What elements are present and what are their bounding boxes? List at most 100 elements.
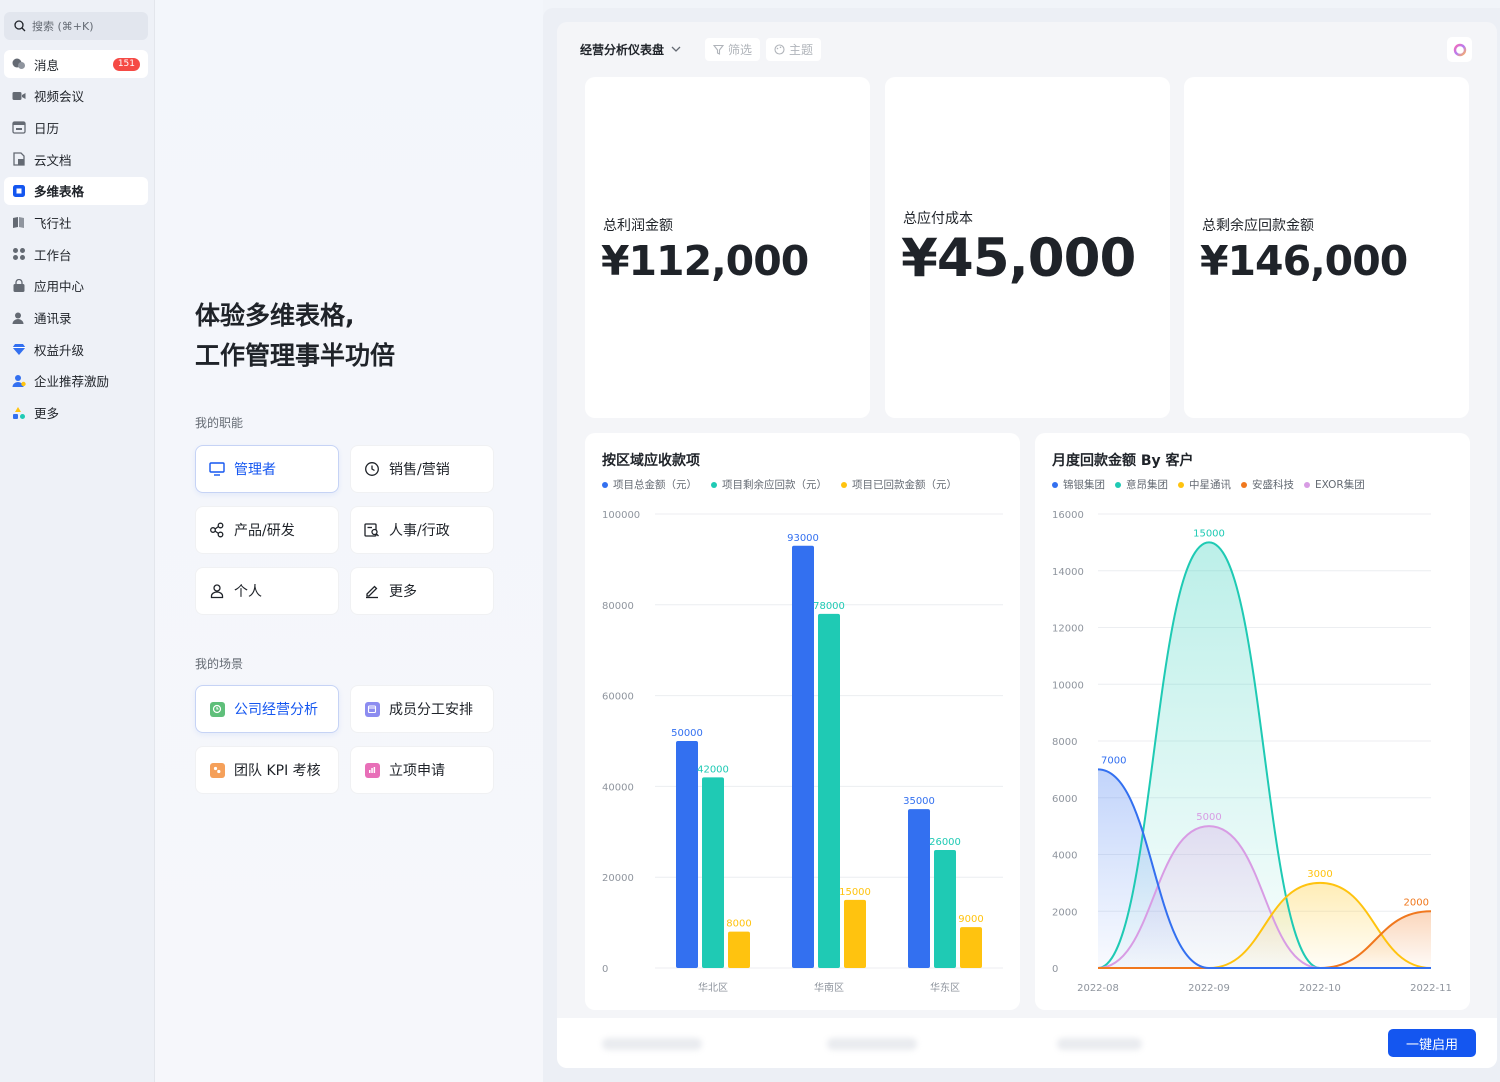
app-center-icon [12,278,26,293]
scene-project-application-option[interactable]: 立项申请 [350,746,494,794]
bar-chart-card: 按区域应收款项 项目总金额（元） 项目剩余应回款（元） 项目已回款金额（元） 0… [585,433,1020,1010]
headline-line-2: 工作管理事半功倍 [195,341,396,370]
y-tick-label: 12000 [1052,624,1084,635]
roles-section-label: 我的职能 [195,416,244,430]
kpi-value: ¥146,000 [1200,237,1408,285]
filter-button[interactable]: 筛选 [705,37,761,61]
sidebar-item-label: 企业推荐激励 [34,374,110,390]
theme-button[interactable]: 主题 [766,37,822,61]
sidebar-item-messages[interactable]: 消息 151 [4,50,148,78]
calendar-icon [12,120,26,135]
data-label: 8000 [726,919,751,930]
sidebar-item-more[interactable]: 更多 [4,399,148,427]
role-sales-option[interactable]: 销售/营销 [350,445,494,493]
option-label: 管理者 [234,462,276,478]
y-tick-label: 6000 [1052,794,1077,805]
sidebar-item-contacts[interactable]: 通讯录 [4,304,148,332]
color-theme-button[interactable] [1447,37,1472,62]
role-more-option[interactable]: 更多 [350,567,494,615]
scene-task-assignment-option[interactable]: 成员分工安排 [350,685,494,733]
y-tick-label: 16000 [1052,510,1084,521]
kpi-label: 总应付成本 [903,211,973,227]
x-tick-label: 华北区 [698,981,728,994]
project-icon [363,761,381,779]
bar [728,931,750,968]
data-label: 35000 [903,796,935,807]
clock-icon [363,460,381,478]
dashboard-title: 经营分析仪表盘 [580,42,665,57]
role-product-option[interactable]: 产品/研发 [195,506,339,554]
sidebar-item-label: 多维表格 [34,184,85,200]
search-icon [14,20,26,32]
y-tick-label: 14000 [1052,567,1084,578]
analysis-icon [208,700,226,718]
kpi-card-remaining-receivable: 总剩余应回款金额 ¥146,000 [1184,77,1469,418]
sidebar-item-workbench[interactable]: 工作台 [4,240,148,268]
y-tick-label: 0 [602,964,608,975]
sidebar-item-calendar[interactable]: 日历 [4,113,148,141]
option-label: 销售/营销 [389,462,450,478]
data-label: 2000 [1404,897,1429,908]
role-hr-option[interactable]: 人事/行政 [350,506,494,554]
option-label: 人事/行政 [389,523,450,539]
color-ring-icon [1453,43,1466,56]
book-icon [12,215,26,229]
sidebar-item-label: 云文档 [34,152,72,168]
bar [934,849,956,968]
monitor-icon [208,460,226,478]
y-tick-label: 80000 [602,601,634,612]
sidebar-item-label: 飞行社 [34,215,72,231]
unread-badge: 151 [112,58,140,71]
data-label: 7000 [1101,755,1126,766]
scene-kpi-option[interactable]: 团队 KPI 考核 [195,746,339,794]
sidebar-nav: 消息 151 视频会议 日历 云文档 多维表格 飞行社 工作台 应用中心 通讯录… [4,50,148,430]
dashboard-title-dropdown[interactable]: 经营分析仪表盘 [580,41,683,58]
option-label: 产品/研发 [234,523,295,539]
sidebar-item-label: 通讯录 [34,311,72,326]
sidebar-item-base[interactable]: 多维表格 [4,176,148,205]
sidebar-item-label: 日历 [34,120,60,136]
share-nodes-icon [208,521,226,539]
sidebar-item-app-center[interactable]: 应用中心 [4,272,148,300]
data-label: 15000 [1193,528,1225,539]
dashboard-toolbar: 经营分析仪表盘 筛选 主题 [580,37,822,61]
x-tick-label: 2022-10 [1299,983,1341,994]
sidebar-item-label: 更多 [34,406,60,422]
sidebar: 搜索 (⌘+K) 消息 151 视频会议 日历 云文档 多维表格 飞行社 工作台… [0,0,155,1082]
y-tick-label: 8000 [1052,737,1077,748]
headline-line-1: 体验多维表格, [195,301,355,330]
role-manager-option[interactable]: 管理者 [195,445,339,493]
x-tick-label: 2022-09 [1188,983,1230,994]
y-tick-label: 0 [1052,964,1058,975]
search-box[interactable]: 搜索 (⌘+K) [4,12,148,40]
referral-icon [12,374,26,388]
x-tick-label: 华南区 [814,981,844,994]
more-apps-icon [12,406,26,420]
role-personal-option[interactable]: 个人 [195,567,339,615]
area-chart-card: 月度回款金额 By 客户 锦银集团 意昂集团 中星通讯 安盛科技 EXOR集团 … [1035,433,1470,1010]
onboarding-panel: 体验多维表格, 工作管理事半功倍 我的职能 管理者 销售/营销 产品/研发 人事… [155,0,543,1082]
option-label: 更多 [389,584,417,600]
y-tick-label: 40000 [602,782,634,793]
blurred-placeholder [602,1038,702,1050]
sidebar-item-docs[interactable]: 云文档 [4,145,148,173]
video-icon [12,89,26,103]
sidebar-item-referral[interactable]: 企业推荐激励 [4,367,148,395]
area-chart-plot: 0 2000 4000 6000 8000 10000 12000 14000 16000 202… [1052,510,1452,994]
filter-label: 筛选 [728,42,753,57]
scene-business-analysis-option[interactable]: 公司经营分析 [195,685,339,733]
option-label: 个人 [234,584,262,600]
contacts-icon [12,311,26,325]
diamond-icon [12,342,26,356]
headline: 体验多维表格, 工作管理事半功倍 [195,296,395,376]
sidebar-item-upgrade[interactable]: 权益升级 [4,335,148,363]
sidebar-item-community[interactable]: 飞行社 [4,208,148,236]
calendar-task-icon [363,700,381,718]
x-tick-label: 2022-08 [1077,983,1119,994]
person-icon [208,582,226,600]
enable-button[interactable]: 一键启用 [1388,1029,1476,1057]
profile-search-icon [363,521,381,539]
workbench-icon [12,247,26,261]
data-label: 78000 [813,601,845,612]
sidebar-item-video[interactable]: 视频会议 [4,82,148,110]
